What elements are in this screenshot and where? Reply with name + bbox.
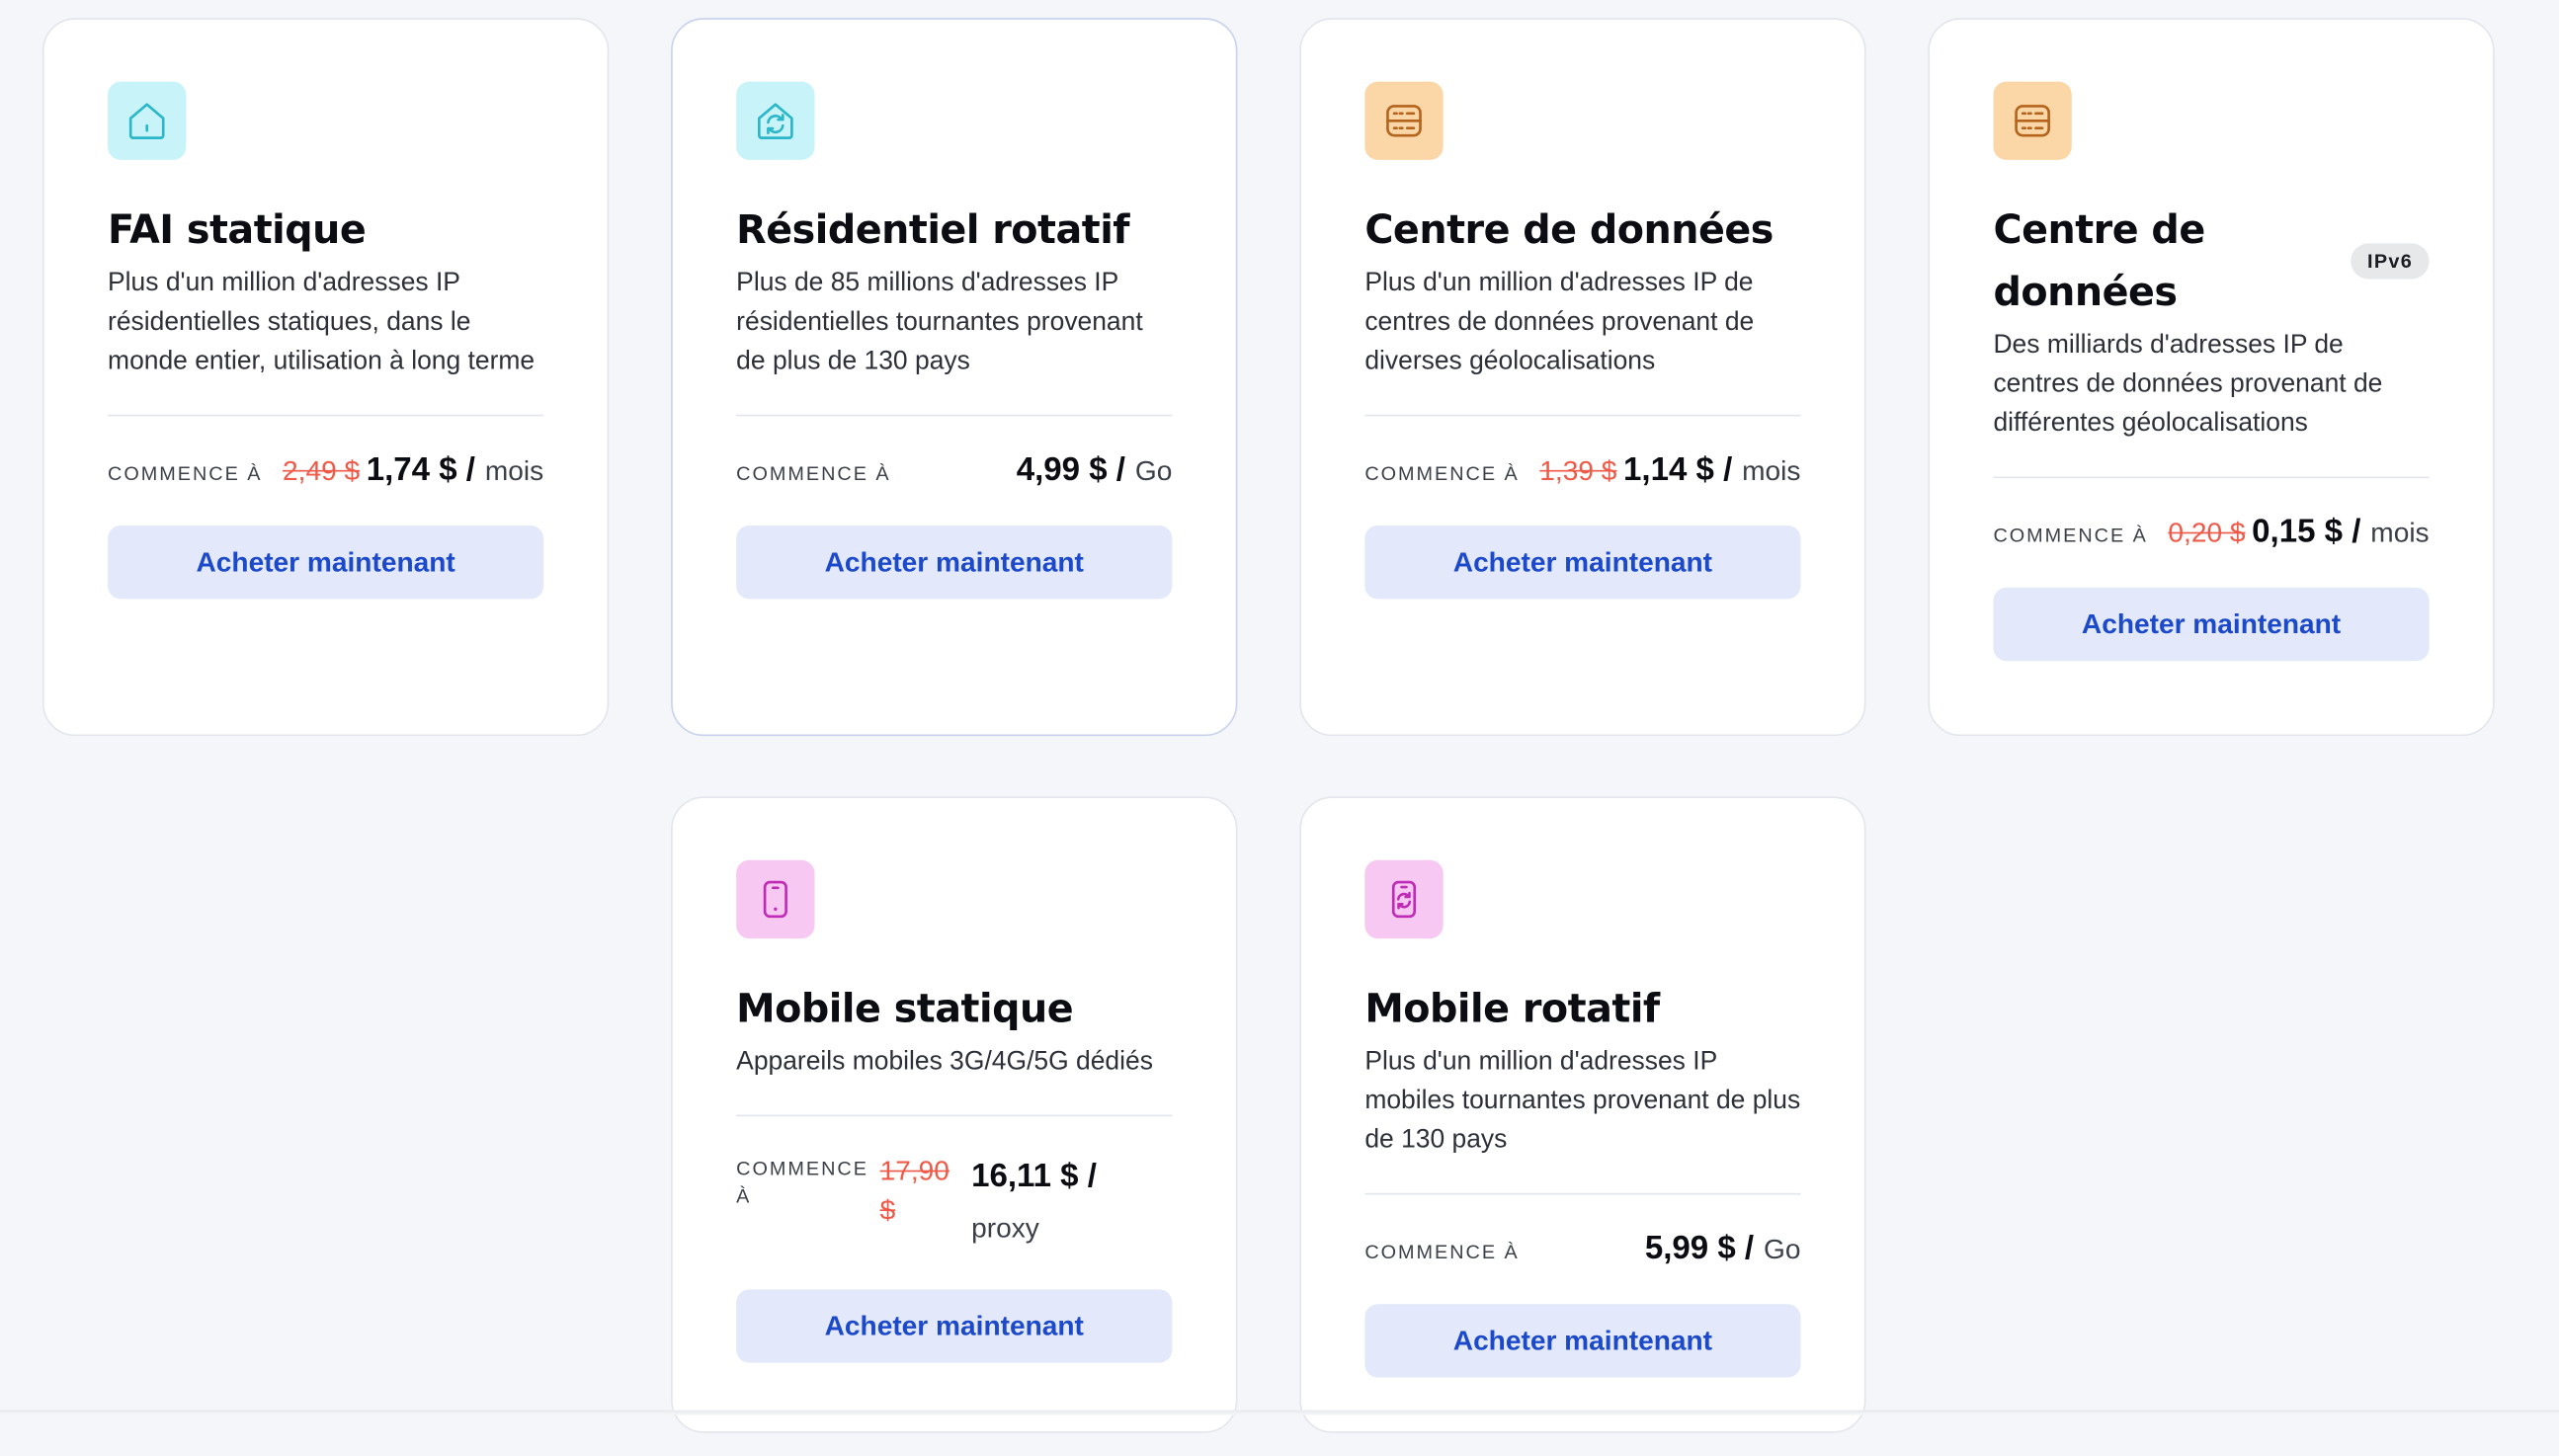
old-price: 1,39 $ — [1539, 454, 1617, 487]
divider — [1993, 476, 2430, 479]
ipv6-badge: IPv6 — [2351, 243, 2430, 280]
price-unit: mois — [1742, 454, 1801, 487]
price-row: COMMENCE À 4,99 $ / Go — [736, 452, 1172, 490]
new-price: 1,74 $ / — [366, 451, 475, 489]
starts-at-label: COMMENCE À — [108, 461, 263, 485]
card-title: Centre de données — [1364, 206, 1774, 254]
product-card-datacenter: Centre de données Plus d'un million d'ad… — [1299, 18, 1866, 737]
new-price: 5,99 $ / — [1644, 1230, 1755, 1267]
card-description: Plus de 85 millions d'adresses IP réside… — [736, 269, 1143, 376]
card-title: FAI statique — [108, 206, 367, 254]
starts-at-label: COMMENCE À — [736, 461, 891, 485]
card-description: Appareils mobiles 3G/4G/5G dédiés — [736, 1047, 1153, 1076]
card-description: Plus d'un million d'adresses IP résident… — [108, 269, 536, 376]
price-row: COMMENCE À 0,20 $ 0,15 $ / mois — [1993, 514, 2429, 551]
starts-at-label: COMMENCE À — [1364, 461, 1520, 485]
new-price: 1,14 $ / — [1623, 451, 1733, 489]
price-row: COMMENCE À 1,39 $ 1,14 $ / mois — [1364, 452, 1800, 490]
price-unit: mois — [484, 454, 544, 487]
buy-now-button[interactable]: Acheter maintenant — [736, 1289, 1173, 1363]
house-icon — [108, 81, 187, 160]
new-price: 4,99 $ / — [1016, 451, 1125, 489]
product-card-datacenter-ipv6: Centre de données IPv6 Des milliards d'a… — [1928, 18, 2495, 737]
new-price: 0,15 $ / — [2252, 514, 2361, 550]
starts-at-label: COMMENCE À — [1364, 1240, 1520, 1263]
divider — [1364, 1192, 1801, 1195]
card-title: Centre de données — [1993, 206, 2205, 315]
buy-now-button[interactable]: Acheter maintenant — [108, 526, 544, 600]
card-title: Résidentiel rotatif — [736, 206, 1130, 254]
buy-now-button[interactable]: Acheter maintenant — [1364, 526, 1801, 600]
old-price: 2,49 $ — [283, 454, 361, 487]
price-row: COMMENCE À 17,90 $ 16,11 $ / proxy — [736, 1153, 1172, 1254]
price-row: COMMENCE À 2,49 $ 1,74 $ / mois — [108, 452, 543, 490]
card-description: Des milliards d'adresses IP de centres d… — [1993, 331, 2383, 438]
divider — [736, 414, 1173, 417]
buy-now-button[interactable]: Acheter maintenant — [736, 526, 1173, 600]
buy-now-button[interactable]: Acheter maintenant — [1993, 587, 2430, 662]
pricing-page: FAI statique Plus d'un million d'adresse… — [0, 0, 2559, 1456]
server-icon — [1993, 81, 2072, 160]
card-title: Mobile rotatif — [1364, 985, 1660, 1032]
old-price: 17,90 $ — [879, 1155, 949, 1226]
starts-at-label: COMMENCE À — [736, 1157, 868, 1208]
price-unit: proxy — [971, 1212, 1039, 1245]
server-icon — [1364, 81, 1444, 160]
product-card-static-mobile: Mobile statique Appareils mobiles 3G/4G/… — [671, 796, 1238, 1433]
card-title: Mobile statique — [736, 985, 1074, 1032]
mobile-phone-icon — [736, 859, 815, 939]
price-unit: Go — [1134, 454, 1173, 487]
product-card-static-isp: FAI statique Plus d'un million d'adresse… — [41, 18, 610, 737]
divider — [108, 414, 544, 417]
rotating-house-icon — [736, 81, 815, 160]
price-row: COMMENCE À 5,99 $ / Go — [1364, 1231, 1800, 1268]
old-price: 0,20 $ — [2168, 517, 2246, 549]
new-price: 16,11 $ / — [971, 1159, 1097, 1195]
product-card-rotating-mobile: Mobile rotatif Plus d'un million d'adres… — [1299, 796, 1866, 1433]
buy-now-button[interactable]: Acheter maintenant — [1364, 1304, 1801, 1378]
fold-divider — [0, 1410, 2559, 1416]
card-description: Plus d'un million d'adresses IP mobiles … — [1364, 1047, 1801, 1155]
divider — [1364, 414, 1801, 417]
product-card-rotating-residential: Résidentiel rotatif Plus de 85 millions … — [671, 18, 1238, 737]
card-description: Plus d'un million d'adresses IP de centr… — [1364, 269, 1755, 376]
rotating-mobile-icon — [1364, 859, 1444, 939]
price-unit: mois — [2370, 517, 2430, 549]
price-unit: Go — [1764, 1234, 1801, 1265]
divider — [736, 1114, 1173, 1117]
starts-at-label: COMMENCE À — [1993, 524, 2148, 547]
